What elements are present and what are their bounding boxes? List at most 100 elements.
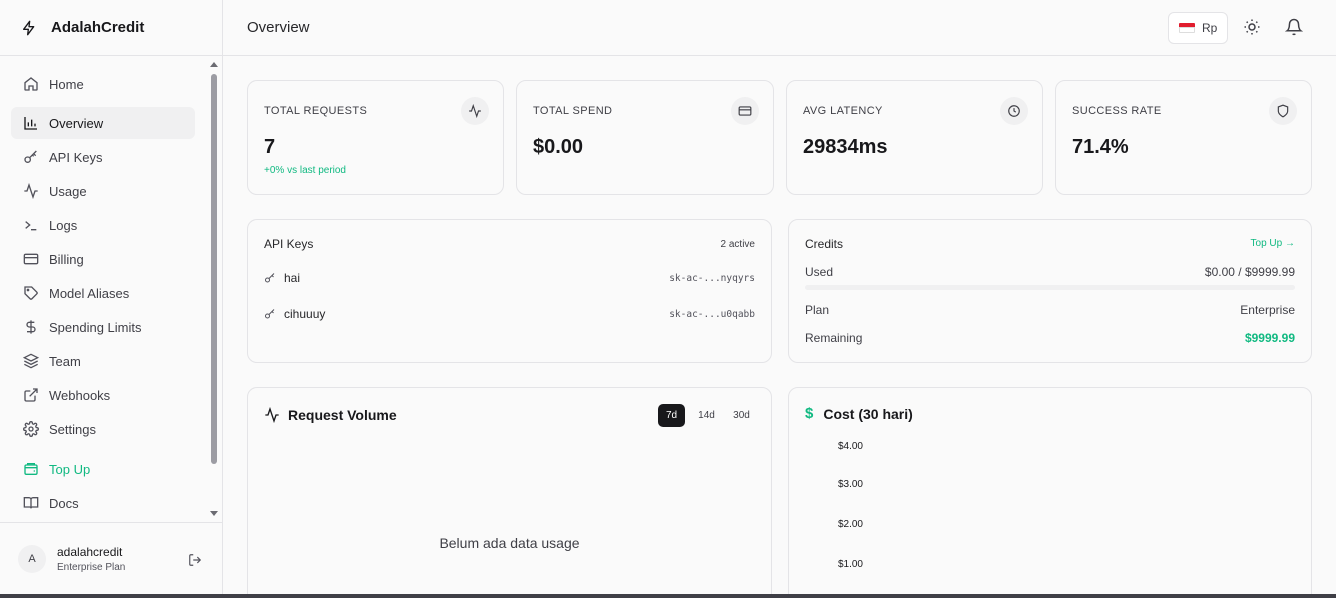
top-up-link[interactable]: Top Up → [1251, 238, 1295, 249]
used-value: $0.00 / $9999.99 [1204, 265, 1295, 279]
page-title: Overview [247, 19, 310, 36]
sidebar-item-label: Settings [49, 421, 96, 437]
sidebar-item-label: Spending Limits [49, 319, 142, 335]
sidebar-item-top-up[interactable]: Top Up [11, 453, 195, 485]
api-key-name: cihuuuy [284, 307, 326, 321]
sidebar-item-label: Docs [49, 495, 79, 511]
sidebar-item-label: Overview [49, 115, 104, 131]
cost-card: $ Cost (30 hari) $4.00 $3.00 $2.00 $1.00 [788, 387, 1312, 598]
range-14d-button[interactable]: 14d [693, 404, 720, 427]
stat-card-success-rate: SUCCESS RATE 71.4% [1055, 80, 1312, 195]
credits-card: Credits Top Up → Used $0.00 / $9999.99 P… [788, 219, 1312, 363]
avatar[interactable]: A [18, 544, 46, 573]
activity-icon [23, 183, 39, 199]
range-7d-button[interactable]: 7d [658, 404, 685, 427]
card-title: API Keys [264, 237, 314, 251]
y-tick-label: $1.00 [837, 559, 863, 570]
home-icon [23, 76, 39, 92]
credit-card-icon [731, 97, 759, 125]
key-icon [23, 149, 39, 165]
sidebar-item-label: Home [49, 76, 84, 92]
bell-icon[interactable] [1285, 18, 1303, 36]
currency-label: Rp [1202, 21, 1218, 35]
sidebar-item-billing[interactable]: Billing [11, 243, 195, 275]
y-tick-label: $2.00 [837, 519, 863, 530]
scroll-up-arrow[interactable] [210, 62, 218, 67]
sidebar-item-settings[interactable]: Settings [11, 413, 195, 445]
remaining-label: Remaining [805, 331, 863, 345]
stat-card-total-requests: TOTAL REQUESTS 7 +0% vs last period [247, 80, 504, 195]
key-icon [264, 272, 276, 284]
brand[interactable]: AdalahCredit [0, 0, 222, 56]
book-icon [23, 495, 39, 511]
range-selector: 7d 14d 30d [650, 404, 755, 427]
sidebar-item-spending-limits[interactable]: Spending Limits [11, 311, 195, 343]
sidebar-item-team[interactable]: Team [11, 345, 195, 377]
stat-delta: +0% vs last period [264, 165, 346, 176]
gear-icon [23, 421, 39, 437]
scroll-down-arrow[interactable] [210, 511, 218, 516]
zap-icon [21, 20, 37, 36]
stat-label: TOTAL REQUESTS [264, 105, 368, 117]
sidebar-item-label: Top Up [49, 461, 91, 477]
sun-icon[interactable] [1243, 18, 1261, 36]
app-name: AdalahCredit [51, 19, 145, 36]
stat-card-total-spend: TOTAL SPEND $0.00 [516, 80, 774, 195]
sidebar-scrollbar[interactable] [207, 58, 221, 520]
sidebar-item-overview[interactable]: Overview [11, 107, 195, 139]
stat-value: 29834ms [803, 136, 888, 158]
sidebar-item-label: Usage [49, 183, 87, 199]
api-key-name: hai [284, 271, 301, 285]
card-title: Request Volume [288, 407, 397, 423]
api-keys-card: API Keys 2 active hai sk-ac-...nyqyrs ci… [247, 219, 772, 363]
external-link-icon [23, 387, 39, 403]
user-name: adalahcredit [57, 544, 123, 559]
stat-label: TOTAL SPEND [533, 105, 613, 117]
dollar-icon [23, 319, 39, 335]
sidebar-item-docs[interactable]: Docs [11, 487, 195, 519]
api-key-row[interactable]: hai sk-ac-...nyqyrs [264, 269, 755, 287]
terminal-icon [23, 217, 39, 233]
credits-used-row: Used $0.00 / $9999.99 [805, 265, 1295, 279]
currency-selector[interactable]: Rp [1168, 12, 1228, 44]
used-label: Used [805, 265, 834, 279]
bar-chart-icon [23, 115, 39, 131]
stat-card-avg-latency: AVG LATENCY 29834ms [786, 80, 1043, 195]
request-volume-card: Request Volume 7d 14d 30d Belum ada data… [247, 387, 772, 598]
stat-value: 71.4% [1072, 136, 1129, 158]
plan-value: Enterprise [1240, 303, 1295, 317]
sidebar-item-logs[interactable]: Logs [11, 209, 195, 241]
logout-icon[interactable] [188, 553, 202, 567]
api-key-row[interactable]: cihuuuy sk-ac-...u0qabb [264, 305, 755, 323]
sidebar-item-label: Logs [49, 217, 78, 233]
empty-state-text: Belum ada data usage [439, 535, 580, 551]
active-count: 2 active [720, 239, 755, 250]
layers-icon [23, 353, 39, 369]
y-tick-label: $4.00 [837, 441, 863, 452]
sidebar-item-model-aliases[interactable]: Model Aliases [11, 277, 195, 309]
stat-label: SUCCESS RATE [1072, 105, 1162, 117]
y-tick-label: $3.00 [837, 479, 863, 490]
tag-icon [23, 285, 39, 301]
sidebar-item-api-keys[interactable]: API Keys [11, 141, 195, 173]
sidebar-item-home[interactable]: Home [11, 68, 195, 100]
credit-card-icon [23, 251, 39, 267]
sidebar-item-label: Billing [49, 251, 84, 267]
scroll-thumb[interactable] [211, 74, 217, 464]
sidebar: AdalahCredit Home Overview API Keys Usag… [0, 0, 223, 594]
range-30d-button[interactable]: 30d [728, 404, 755, 427]
shield-icon [1269, 97, 1297, 125]
api-key-masked: sk-ac-...u0qabb [669, 308, 755, 320]
stat-value: 7 [264, 136, 276, 158]
sidebar-item-webhooks[interactable]: Webhooks [11, 379, 195, 411]
dollar-icon: $ [805, 405, 814, 422]
top-header: Overview Rp [223, 0, 1336, 56]
usage-progress-bar [805, 285, 1295, 290]
api-key-masked: sk-ac-...nyqyrs [669, 272, 755, 284]
indonesia-flag-icon [1179, 23, 1195, 33]
stat-label: AVG LATENCY [803, 105, 883, 117]
key-icon [264, 308, 276, 320]
user-profile: A adalahcredit Enterprise Plan [0, 522, 222, 594]
sidebar-item-usage[interactable]: Usage [11, 175, 195, 207]
stat-value: $0.00 [533, 136, 584, 158]
